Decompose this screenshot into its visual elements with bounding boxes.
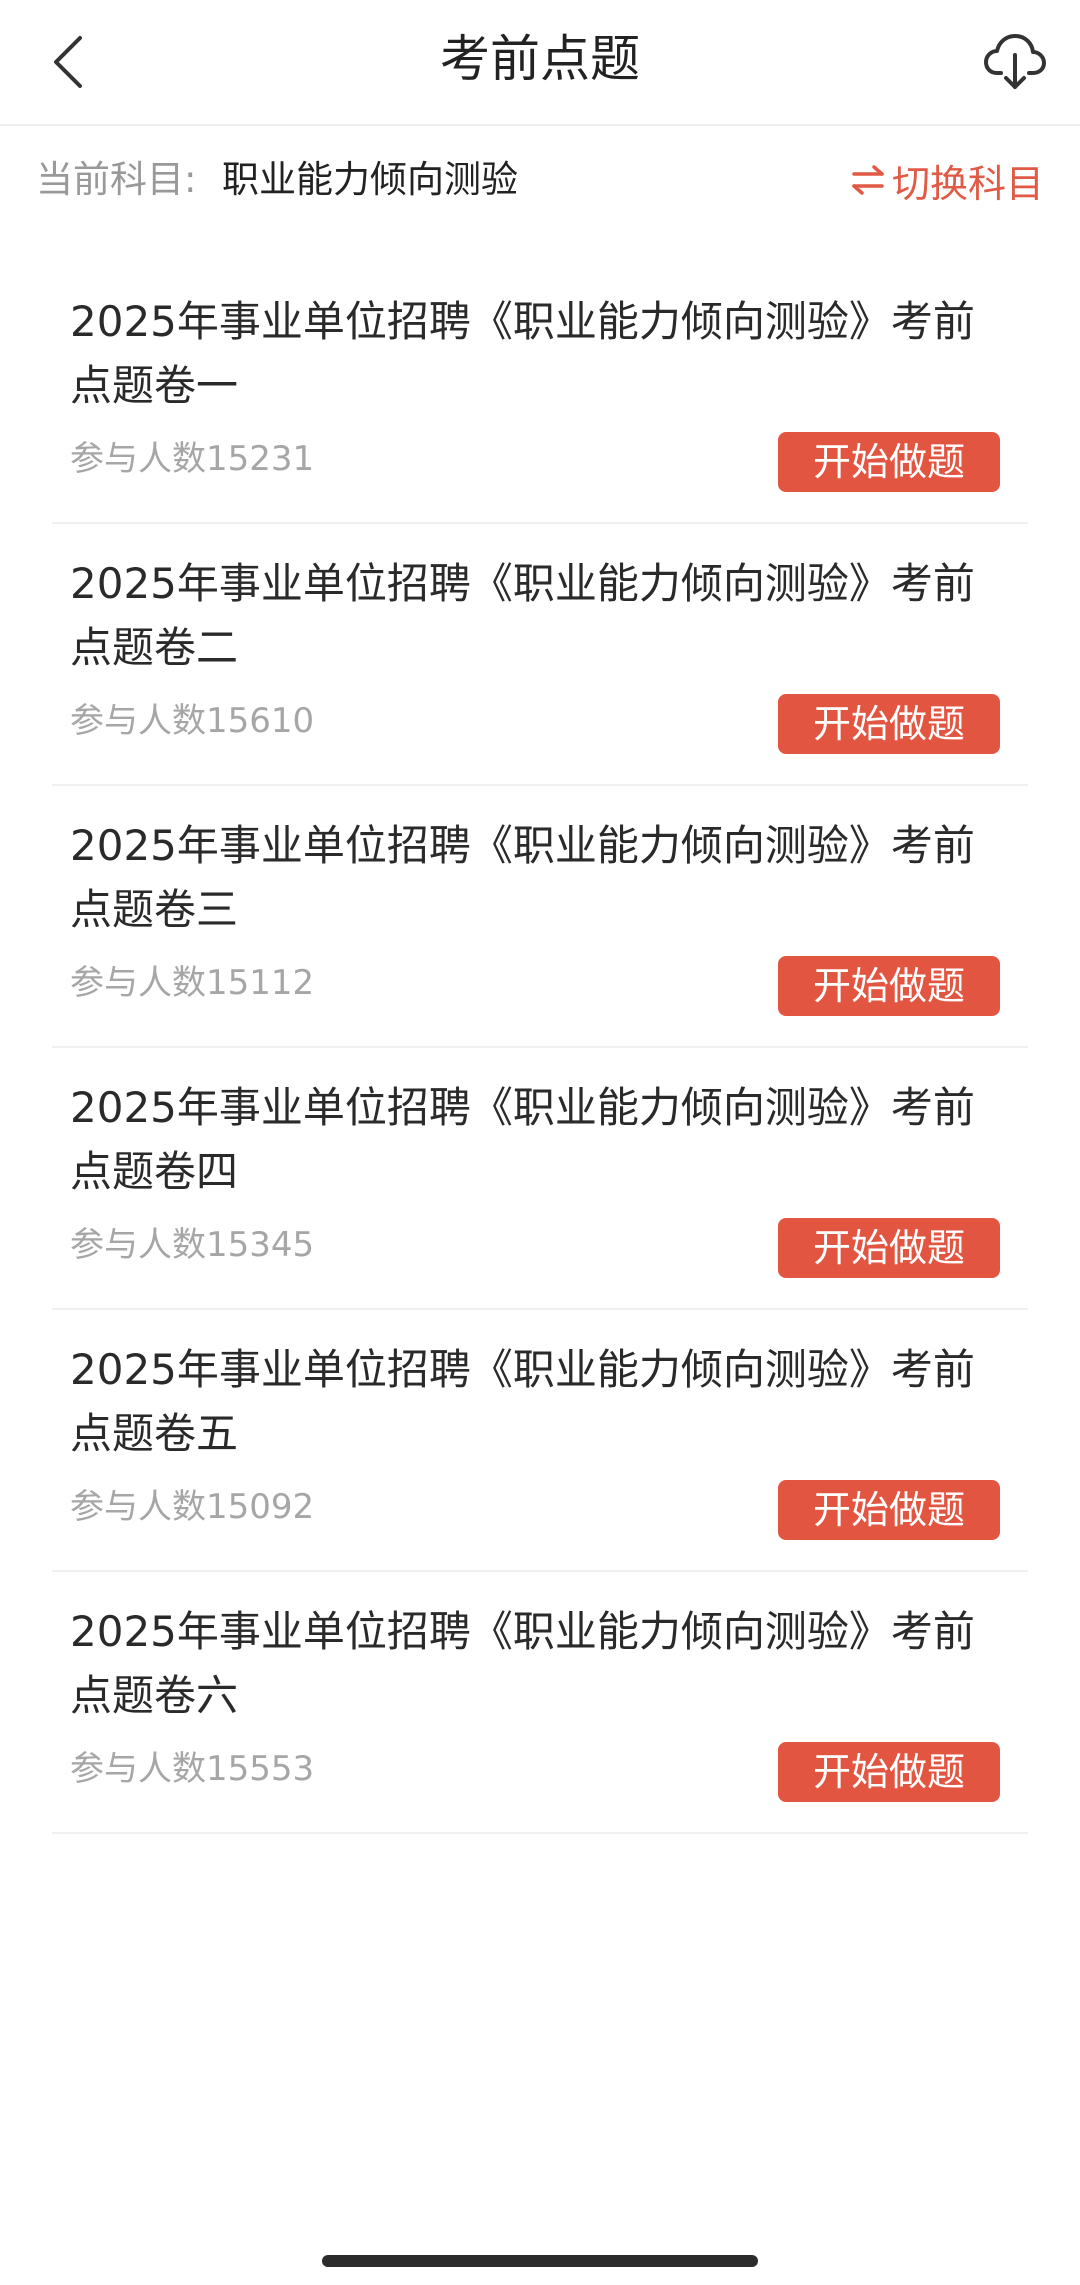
start-quiz-button[interactable]: 开始做题 <box>778 1480 1000 1540</box>
home-indicator[interactable] <box>322 2255 758 2267</box>
cloud-download-icon <box>984 34 1046 89</box>
list-item[interactable]: 2025年事业单位招聘《职业能力倾向测验》考前点题卷五 参与人数15092 开始… <box>52 1310 1028 1572</box>
start-quiz-button[interactable]: 开始做题 <box>778 432 1000 492</box>
switch-subject-label: 切换科目 <box>891 161 1044 206</box>
subject-value: 职业能力倾向测验 <box>222 158 518 201</box>
list-item[interactable]: 2025年事业单位招聘《职业能力倾向测验》考前点题卷二 参与人数15610 开始… <box>52 524 1028 786</box>
participant-count: 参与人数15553 <box>70 1749 315 1789</box>
paper-title: 2025年事业单位招聘《职业能力倾向测验》考前点题卷三 <box>70 821 975 934</box>
start-quiz-button[interactable]: 开始做题 <box>778 1742 1000 1802</box>
switch-subject-button[interactable]: 切换科目 <box>852 152 1044 208</box>
participant-count: 参与人数15092 <box>70 1487 315 1527</box>
participant-count: 参与人数15112 <box>70 963 315 1003</box>
list-item[interactable]: 2025年事业单位招聘《职业能力倾向测验》考前点题卷三 参与人数15112 开始… <box>52 786 1028 1048</box>
paper-title: 2025年事业单位招聘《职业能力倾向测验》考前点题卷五 <box>70 1345 975 1458</box>
list-item[interactable]: 2025年事业单位招聘《职业能力倾向测验》考前点题卷一 参与人数15231 开始… <box>52 262 1028 524</box>
paper-title: 2025年事业单位招聘《职业能力倾向测验》考前点题卷四 <box>70 1083 975 1196</box>
list-item[interactable]: 2025年事业单位招聘《职业能力倾向测验》考前点题卷四 参与人数15345 开始… <box>52 1048 1028 1310</box>
page-title: 考前点题 <box>440 30 640 88</box>
participant-count: 参与人数15345 <box>70 1225 315 1265</box>
participant-count: 参与人数15610 <box>70 701 315 741</box>
list-item[interactable]: 2025年事业单位招聘《职业能力倾向测验》考前点题卷六 参与人数15553 开始… <box>52 1572 1028 1834</box>
paper-title: 2025年事业单位招聘《职业能力倾向测验》考前点题卷一 <box>70 297 975 410</box>
app-header: 考前点题 <box>0 0 1080 126</box>
subject-label: 当前科目: <box>36 158 197 201</box>
paper-title: 2025年事业单位招聘《职业能力倾向测验》考前点题卷二 <box>70 559 975 672</box>
paper-list: 2025年事业单位招聘《职业能力倾向测验》考前点题卷一 参与人数15231 开始… <box>52 262 1028 1834</box>
start-quiz-button[interactable]: 开始做题 <box>778 1218 1000 1278</box>
swap-arrows-icon <box>852 165 884 195</box>
start-quiz-button[interactable]: 开始做题 <box>778 694 1000 754</box>
participant-count: 参与人数15231 <box>70 439 315 479</box>
start-quiz-button[interactable]: 开始做题 <box>778 956 1000 1016</box>
paper-title: 2025年事业单位招聘《职业能力倾向测验》考前点题卷六 <box>70 1607 975 1720</box>
download-button[interactable] <box>972 18 1058 104</box>
subject-bar: 当前科目: 职业能力倾向测验 切换科目 <box>0 126 1080 236</box>
